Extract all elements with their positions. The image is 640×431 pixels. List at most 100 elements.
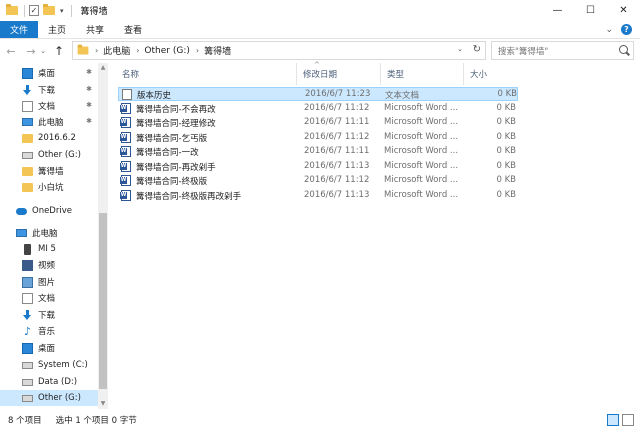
customize-toolbar-icon[interactable]: ▾ [60,7,64,15]
column-header-name[interactable]: 名称 [122,63,300,85]
file-name: 篝得墙合同-再改剁手 [136,162,216,173]
file-size: 0 KB [496,189,516,200]
pin-icon[interactable]: ✱ [86,117,92,125]
word-file-icon [120,146,131,157]
table-row[interactable]: 篝得墙合同-一改 2016/6/7 11:11 Microsoft Word ...… [118,145,518,159]
sidebar-item-label: Other (G:) [38,150,81,160]
breadcrumb-current-folder[interactable]: 篝得墙 [204,44,231,57]
search-input[interactable]: 搜索"篝得墙" [491,41,634,60]
word-file-icon [120,175,131,186]
sidebar-item[interactable]: 桌面 [0,340,98,356]
close-button[interactable]: ✕ [607,0,640,21]
file-type: Microsoft Word ... [384,131,459,142]
pin-icon[interactable]: ✱ [86,85,92,93]
expand-ribbon-icon[interactable]: ⌄ [605,25,613,35]
table-row[interactable]: 版本历史 2016/6/7 11:23 文本文档 0 KB [118,87,518,101]
address-history-icon[interactable]: ⌄ [457,45,463,53]
table-row[interactable]: 篝得墙合同-不会再改 2016/6/7 11:12 Microsoft Word .… [118,102,518,116]
sidebar-item[interactable]: 此电脑 [0,225,98,241]
breadcrumb-drive[interactable]: Other (G:) [144,46,189,56]
help-icon[interactable]: ? [621,24,632,35]
file-date: 2016/6/7 11:12 [304,175,370,185]
scrollbar-thumb[interactable] [99,213,107,389]
sidebar-item[interactable]: 篝得墙 [0,163,98,179]
search-placeholder: 搜索"篝得墙" [498,46,549,57]
file-size: 0 KB [496,117,516,127]
table-row[interactable]: 篝得墙合同-再改剁手 2016/6/7 11:13 Microsoft Word .… [118,160,518,174]
word-file-icon [120,189,131,201]
column-header-type[interactable]: 类型 [380,63,464,85]
drive-icon [22,378,33,386]
navigation-pane-scrollbar[interactable]: ▲ ▼ [98,63,108,409]
sidebar-item-label: 下载 [38,311,56,321]
maximize-button[interactable]: ☐ [574,0,607,21]
large-icons-view-icon[interactable] [622,414,634,426]
file-size: 0 KB [496,175,516,185]
file-name: 篝得墙合同-终极版再改剁手 [136,191,242,202]
sidebar-item-label: 视频 [38,261,56,271]
sidebar-item[interactable]: MI 5 [0,241,98,257]
forward-button[interactable]: → [24,41,38,61]
sidebar-item[interactable]: Other (G:) [0,147,98,163]
up-button[interactable]: ↑ [52,41,66,61]
sidebar-item[interactable]: 2016.6.2 [0,130,98,146]
drive-icon [22,361,33,369]
sidebar-item[interactable]: 小白坑 [0,179,98,195]
ribbon-tabs: 文件 主页 共享 查看 ⌄ ? [0,21,640,39]
file-type: Microsoft Word ... [384,102,459,113]
new-folder-icon[interactable] [43,4,55,17]
minimize-button[interactable]: — [541,0,574,21]
file-date: 2016/6/7 11:12 [304,131,370,142]
sidebar-item[interactable]: Other (G:) [0,390,98,406]
sidebar-item[interactable]: Data (D:) [0,374,98,390]
table-row[interactable]: 篝得墙合同-终极版再改剁手 2016/6/7 11:13 Microsoft Wor… [118,189,518,203]
column-header-date[interactable]: 修改日期 [296,63,376,85]
pin-icon[interactable]: ✱ [86,68,92,76]
sidebar-item-label: 下载 [38,86,56,96]
search-icon [619,45,628,54]
scroll-up-icon[interactable]: ▲ [98,63,108,73]
pin-icon[interactable]: ✱ [86,101,92,109]
sidebar-item[interactable]: OneDrive [0,203,98,219]
documents-icon [22,100,33,112]
sidebar-item[interactable]: 下载 ✱ [0,82,98,98]
sidebar-item[interactable]: 文档 [0,290,98,306]
sidebar-item[interactable]: ♪ 音乐 [0,323,98,339]
sidebar-item[interactable]: System (C:) [0,357,98,373]
table-row[interactable]: 篝得墙合同-乞丐版 2016/6/7 11:12 Microsoft Word ..… [118,131,518,145]
breadcrumb-separator-icon[interactable]: › [196,46,199,55]
scroll-down-icon[interactable]: ▼ [98,399,108,409]
breadcrumb-separator-icon[interactable]: › [95,46,98,55]
navigation-bar: ← → ⌄ ↑ › 此电脑 › Other (G:) › 篝得墙 ⌄ ↻ 搜索"… [0,39,640,63]
breadcrumb-separator-icon[interactable]: › [136,46,139,55]
sidebar-item[interactable]: 下载 [0,307,98,323]
tab-view[interactable]: 查看 [114,21,152,38]
sidebar-item[interactable]: 此电脑 ✱ [0,114,98,130]
refresh-icon[interactable]: ↻ [473,44,481,55]
sidebar-item[interactable]: 桌面 ✱ [0,65,98,81]
address-bar[interactable]: › 此电脑 › Other (G:) › 篝得墙 ⌄ ↻ [72,41,486,60]
column-header-size[interactable]: 大小 [463,63,523,85]
back-button[interactable]: ← [4,41,18,61]
tab-share[interactable]: 共享 [76,21,114,38]
properties-icon[interactable]: ✓ [28,5,40,17]
breadcrumb-this-pc[interactable]: 此电脑 [103,44,130,57]
selection-info: 选中 1 个项目 0 字节 [55,416,137,426]
sidebar-item[interactable]: 视频 [0,257,98,273]
file-type: 文本文档 [385,91,420,101]
table-row[interactable]: 篝得墙合同-终极版 2016/6/7 11:12 Microsoft Word ..… [118,174,518,188]
sidebar-item[interactable]: 图片 [0,274,98,290]
recent-locations-button[interactable]: ⌄ [38,41,48,61]
sidebar-item-label: 图片 [38,278,56,288]
file-name: 篝得墙合同-不会再改 [136,104,216,115]
details-view-icon[interactable] [607,414,619,426]
table-row[interactable]: 篝得墙合同-经理修改 2016/6/7 11:11 Microsoft Word .… [118,116,518,130]
tab-file[interactable]: 文件 [0,21,39,38]
file-type: Microsoft Word ... [384,175,459,185]
sidebar-item[interactable]: 文档 ✱ [0,98,98,114]
navigation-pane: 桌面 ✱ 下载 ✱ 文档 ✱ 此电脑 ✱ 2016.6.2 Other (G:) 篝得墙 小白坑 One… [0,63,108,409]
sidebar-item-label: Data (D:) [38,377,78,387]
tab-home[interactable]: 主页 [38,21,76,38]
folder-icon[interactable] [6,4,18,17]
onedrive-icon [16,207,27,215]
